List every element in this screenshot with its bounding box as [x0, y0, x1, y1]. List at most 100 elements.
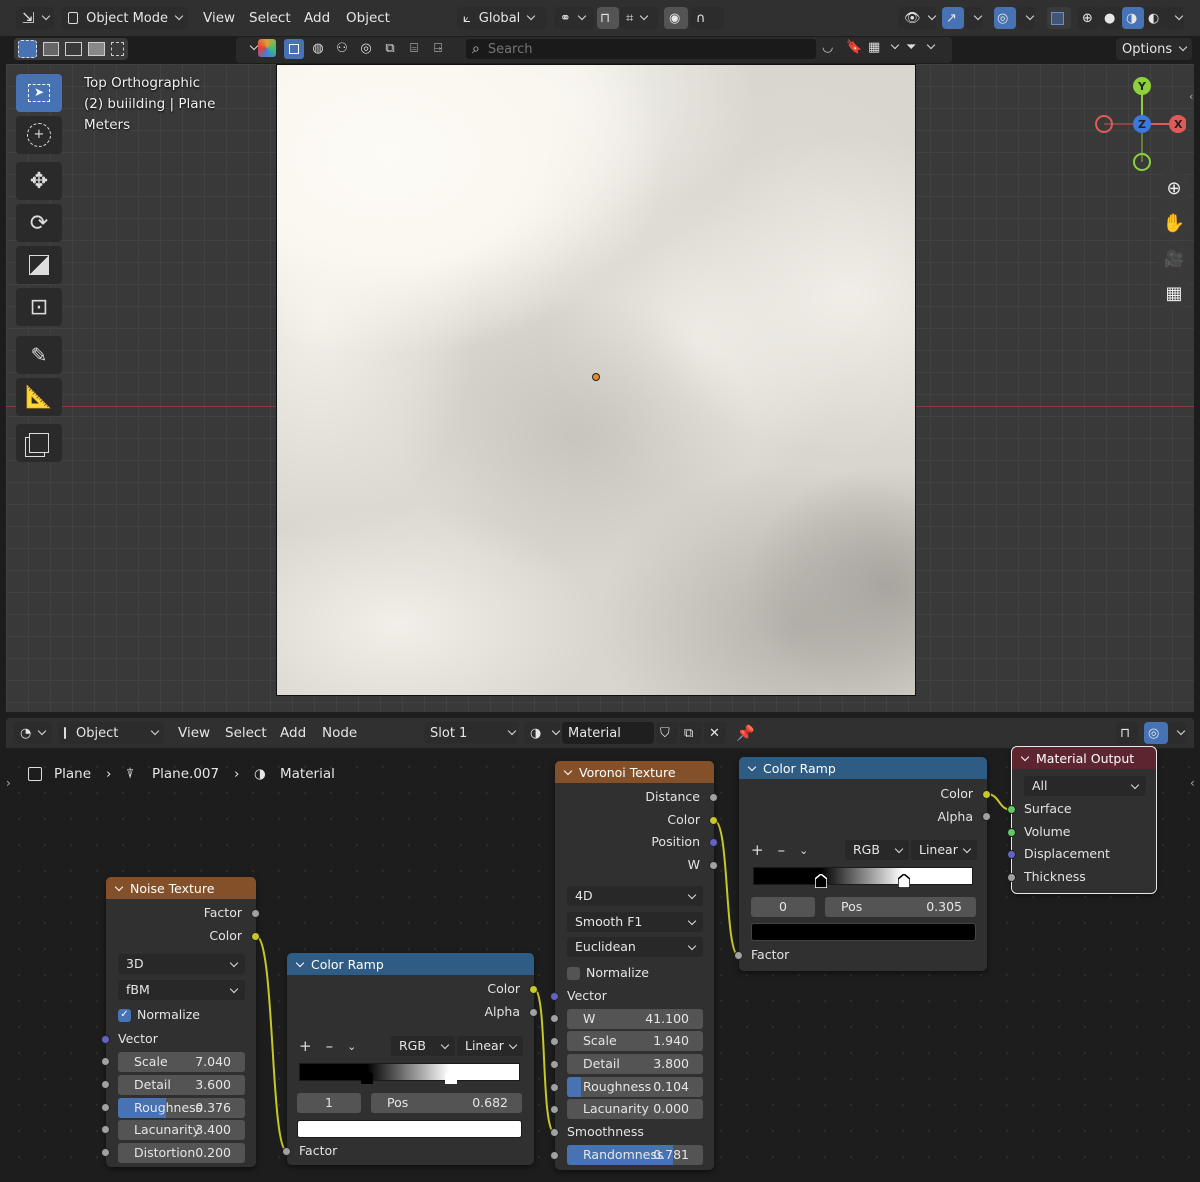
shading-dropdown[interactable]: [1166, 7, 1184, 29]
noise-field-distortion[interactable]: Distortion 0.200: [118, 1143, 245, 1163]
node-overlay-toggle[interactable]: ◎: [1144, 722, 1168, 744]
material-output-node[interactable]: Material Output All Surface Volume Displ…: [1011, 746, 1157, 894]
voronoi-socket-w-out[interactable]: [709, 861, 718, 870]
select-invert-icon[interactable]: [110, 42, 124, 56]
noise-dimensions-dropdown[interactable]: 3D: [118, 954, 245, 974]
voronoi-socket-distance[interactable]: [709, 793, 718, 802]
noise-socket-color[interactable]: [251, 932, 260, 941]
noise-texture-node[interactable]: Noise Texture Factor Color 3D fBM ✓ Norma…: [106, 877, 256, 1167]
node-menu-select[interactable]: Select: [225, 722, 267, 744]
shading-rendered[interactable]: ◐: [1144, 7, 1166, 29]
node-editor-type-button[interactable]: ◔: [14, 722, 52, 744]
slot-dropdown[interactable]: Slot 1: [424, 722, 518, 744]
voronoi-feature-dropdown[interactable]: Smooth F1: [567, 912, 703, 932]
tool-add-cube[interactable]: [16, 424, 62, 462]
remove-stop-icon[interactable]: –: [778, 841, 786, 859]
3d-viewport[interactable]: Top Orthographic (2) buiilding | Plane M…: [6, 64, 1194, 712]
filter-material-icon[interactable]: ◍: [308, 39, 328, 59]
overlay-toggle[interactable]: ◎: [994, 7, 1016, 29]
select-subtract-icon[interactable]: [65, 42, 83, 56]
select-extend-icon[interactable]: [42, 42, 60, 56]
snap-toggle[interactable]: ⊓: [597, 7, 619, 29]
filter-brush-icon[interactable]: ⌸: [404, 39, 424, 59]
menu-select[interactable]: Select: [249, 7, 291, 29]
voronoi-normalize-checkbox[interactable]: Normalize: [567, 964, 649, 982]
select-mode-group[interactable]: [14, 38, 128, 60]
falloff-dropdown[interactable]: ∩: [690, 7, 724, 29]
node-menu-add[interactable]: Add: [280, 722, 306, 744]
gizmo-toggle[interactable]: ↗: [942, 7, 964, 29]
sidebar-toggle-icon[interactable]: ‹: [1189, 90, 1193, 103]
add-stop-icon[interactable]: +: [751, 841, 764, 859]
navigation-gizmo[interactable]: Y X Z: [1090, 74, 1186, 174]
voronoi-field-detail[interactable]: Detail 3.800: [567, 1054, 703, 1074]
editor-type-button[interactable]: ⇲: [16, 7, 54, 29]
orientation-dropdown[interactable]: ⟀ Global: [457, 7, 547, 29]
material-name-field[interactable]: Material: [562, 722, 654, 744]
ortho-toggle-button[interactable]: ▦: [1157, 276, 1191, 310]
ramp2-active-color-swatch[interactable]: [751, 923, 976, 941]
menu-object[interactable]: Object: [346, 7, 390, 29]
ramp1-active-color-swatch[interactable]: [297, 1120, 522, 1138]
voronoi-metric-dropdown[interactable]: Euclidean: [567, 937, 703, 957]
material-browse-button[interactable]: ◑: [524, 722, 560, 744]
node-sidebar-right-toggle-icon[interactable]: ‹: [1190, 776, 1195, 790]
noise-socket-scale[interactable]: [101, 1057, 110, 1066]
noise-socket-distortion[interactable]: [101, 1148, 110, 1157]
node-sidebar-toggle-icon[interactable]: ›: [6, 776, 11, 790]
tool-measure[interactable]: 📐: [16, 378, 62, 416]
filter-image-icon[interactable]: ⧉: [380, 39, 400, 59]
voronoi-socket-scale[interactable]: [550, 1037, 559, 1046]
voronoi-socket-lacunarity[interactable]: [550, 1105, 559, 1114]
menu-view[interactable]: View: [203, 7, 235, 29]
filter-all-icon[interactable]: [284, 39, 304, 59]
options-dropdown[interactable]: Options: [1116, 38, 1192, 60]
search-field[interactable]: ⌕: [466, 39, 816, 59]
tool-scale[interactable]: [16, 246, 62, 284]
breadcrumb-object[interactable]: Plane: [54, 764, 91, 784]
output-socket-displacement[interactable]: [1007, 850, 1016, 859]
pan-button[interactable]: ✋: [1157, 206, 1191, 240]
visibility-dropdown[interactable]: 👁: [898, 7, 936, 29]
ramp1-interpolation-dropdown[interactable]: Linear: [457, 1036, 523, 1056]
shader-type-dropdown[interactable]: Object: [58, 722, 164, 744]
output-socket-volume[interactable]: [1007, 828, 1016, 837]
remove-stop-icon[interactable]: –: [326, 1037, 334, 1055]
voronoi-dimensions-dropdown[interactable]: 4D: [567, 886, 703, 906]
color-ramp-1-node[interactable]: Color Ramp Color Alpha + – ⌄ RGB Linear …: [287, 953, 534, 1165]
noise-socket-vector[interactable]: [101, 1035, 110, 1044]
shading-material[interactable]: ◑: [1122, 7, 1144, 29]
color-cube-icon[interactable]: [258, 39, 276, 57]
output-socket-thickness[interactable]: [1007, 873, 1016, 882]
ramp1-stop-handle-0[interactable]: [361, 1070, 374, 1084]
noise-node-header[interactable]: Noise Texture: [106, 877, 256, 899]
mode-dropdown[interactable]: Object Mode: [62, 7, 188, 29]
voronoi-field-randomness[interactable]: Randomness 0.781: [567, 1145, 703, 1165]
output-node-header[interactable]: Material Output: [1012, 747, 1156, 769]
noise-type-dropdown[interactable]: fBM: [118, 980, 245, 1000]
voronoi-texture-node[interactable]: Voronoi Texture Distance Color Position …: [555, 761, 714, 1170]
gizmo-dropdown[interactable]: [965, 7, 983, 29]
xray-toggle[interactable]: [1047, 7, 1071, 29]
display-mode-icon[interactable]: ▦: [868, 40, 898, 55]
voronoi-field-scale[interactable]: Scale 1.940: [567, 1031, 703, 1051]
breadcrumb-mesh[interactable]: Plane.007: [152, 764, 219, 784]
voronoi-socket-roughness[interactable]: [550, 1083, 559, 1092]
node-snap-toggle[interactable]: ⊓: [1116, 722, 1138, 744]
voronoi-socket-vector[interactable]: [550, 992, 559, 1001]
tool-move[interactable]: ✥: [16, 162, 62, 200]
ramp2-header[interactable]: Color Ramp: [739, 757, 987, 779]
ramp2-socket-color[interactable]: [982, 790, 991, 799]
fake-user-button[interactable]: ⛉: [656, 722, 678, 744]
menu-add[interactable]: Add: [304, 7, 330, 29]
shading-wireframe[interactable]: ⊕: [1078, 7, 1100, 29]
voronoi-socket-color[interactable]: [709, 816, 718, 825]
pivot-dropdown[interactable]: ⚭: [554, 7, 594, 29]
camera-view-button[interactable]: 🎥: [1157, 241, 1191, 275]
filter-action-icon[interactable]: ⍈: [428, 39, 448, 59]
filter-funnel-icon[interactable]: ⏷: [906, 40, 934, 55]
noise-field-roughness[interactable]: Roughness 0.376: [118, 1098, 245, 1118]
tool-transform[interactable]: ⊡: [16, 288, 62, 326]
select-new-icon[interactable]: [18, 40, 37, 58]
pin-icon[interactable]: 📌: [736, 724, 755, 742]
